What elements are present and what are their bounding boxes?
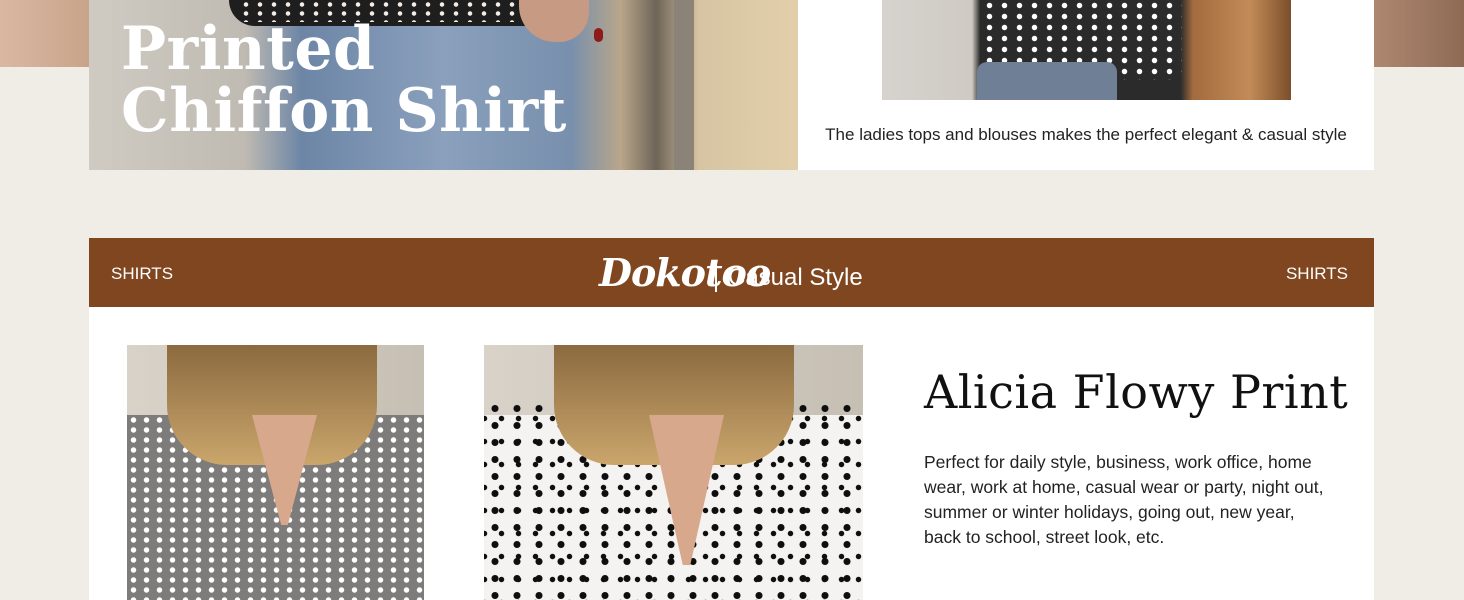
hero-title-line1: Printed — [121, 14, 376, 84]
promo-card: The ladies tops and blouses makes the pe… — [798, 0, 1374, 170]
hero-title: Printed Chiffon Shirt — [121, 18, 567, 142]
hero-door-frame — [674, 0, 694, 170]
banner-category-left: SHIRTS — [111, 264, 174, 283]
banner-tagline: Casual Style — [728, 264, 863, 291]
hero-nail-graphic — [594, 28, 603, 42]
product-title: Alicia Flowy Print — [924, 365, 1349, 419]
promo-jeans-graphic — [977, 62, 1117, 100]
product-card: Alicia Flowy Print Perfect for daily sty… — [89, 307, 1374, 600]
product-image-grey — [127, 345, 424, 600]
promo-caption: The ladies tops and blouses makes the pe… — [825, 125, 1347, 144]
promo-model-photo — [882, 0, 1291, 100]
product-image-white — [484, 345, 863, 600]
hero-title-line2: Chiffon Shirt — [121, 76, 567, 146]
banner-category-right: SHIRTS — [1285, 264, 1348, 283]
brand-banner: SHIRTS Dokotoo Casual Style SHIRTS — [89, 238, 1374, 307]
banner-divider — [715, 264, 717, 292]
product-description: Perfect for daily style, business, work … — [924, 452, 1324, 547]
